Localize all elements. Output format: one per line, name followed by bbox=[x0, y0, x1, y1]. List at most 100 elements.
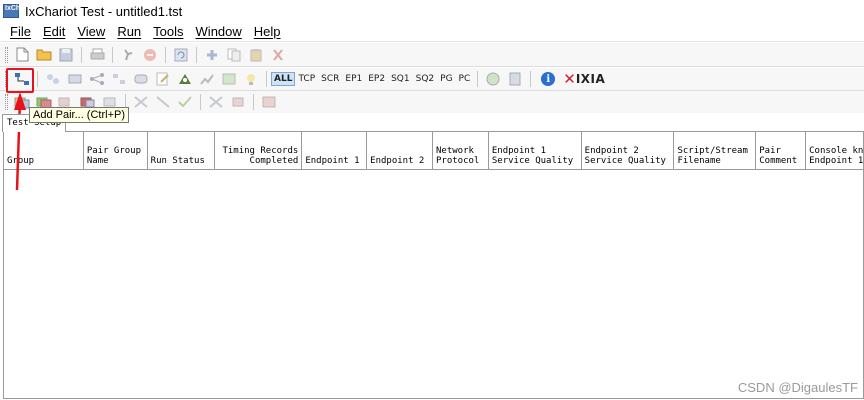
collapse-icon[interactable] bbox=[154, 94, 172, 110]
toolbar-separator bbox=[530, 71, 532, 87]
column-label: Filename bbox=[677, 156, 721, 166]
add-icon[interactable] bbox=[203, 47, 221, 63]
ixia-logo-mark: ✕ bbox=[563, 70, 576, 88]
filter-tcp-button[interactable]: TCP bbox=[295, 74, 318, 84]
properties-icon[interactable] bbox=[260, 94, 278, 110]
table-header: Group Pair Group Name Run Status Timing R… bbox=[4, 132, 863, 170]
column-label: Console kn bbox=[809, 146, 864, 156]
column-label: Run Status bbox=[150, 156, 205, 166]
column-label: Name bbox=[86, 156, 109, 166]
new-file-icon[interactable] bbox=[13, 47, 31, 63]
column-header-endpoint-1-service-quality[interactable]: Endpoint 1 Service Quality bbox=[489, 132, 582, 169]
menu-run[interactable]: Run bbox=[111, 24, 147, 39]
column-header-pair-group-name[interactable]: Pair Group Name bbox=[84, 132, 148, 169]
filter-pg-button[interactable]: PG bbox=[437, 74, 455, 84]
ixchariot-window: IxCh IxChariot Test - untitled1.tst File… bbox=[0, 0, 864, 400]
menu-help[interactable]: Help bbox=[248, 24, 287, 39]
filter-ep1-button[interactable]: EP1 bbox=[342, 74, 365, 84]
pairs-table: Group Pair Group Name Run Status Timing R… bbox=[3, 131, 864, 399]
check-icon[interactable] bbox=[176, 94, 194, 110]
toolbar-separator bbox=[81, 46, 82, 63]
toolbar-separator bbox=[112, 46, 113, 63]
column-header-script-filename[interactable]: Script/Stream Filename bbox=[674, 132, 757, 169]
column-header-endpoint-2-service-quality[interactable]: Endpoint 2 Service Quality bbox=[582, 132, 675, 169]
toolbar-separator bbox=[253, 94, 254, 110]
column-label: Protocol bbox=[436, 156, 480, 166]
group-toolbar bbox=[0, 91, 864, 113]
menu-file[interactable]: File bbox=[4, 24, 37, 39]
endpoint-icon[interactable] bbox=[176, 71, 194, 87]
script-icon[interactable] bbox=[132, 71, 150, 87]
menu-tools[interactable]: Tools bbox=[147, 24, 189, 39]
menu-window[interactable]: Window bbox=[190, 24, 248, 39]
refresh-icon[interactable] bbox=[172, 47, 190, 63]
toolbar-separator bbox=[165, 46, 166, 63]
column-label: Pair Group bbox=[86, 146, 141, 156]
filter-all-button[interactable]: ALL bbox=[271, 72, 296, 86]
run-icon[interactable] bbox=[119, 47, 137, 63]
network-icon[interactable] bbox=[88, 71, 106, 87]
server-icon[interactable] bbox=[506, 71, 524, 87]
column-label: Network bbox=[436, 146, 474, 156]
expand-icon[interactable] bbox=[132, 94, 150, 110]
menu-bar: File Edit View Run Tools Window Help bbox=[0, 22, 864, 42]
column-header-group[interactable]: Group bbox=[4, 132, 84, 169]
lightbulb-icon[interactable] bbox=[242, 71, 260, 87]
ixia-logo-text: IXIA bbox=[575, 72, 606, 86]
column-header-endpoint-1[interactable]: Endpoint 1 bbox=[302, 132, 368, 169]
filter-ep2-button[interactable]: EP2 bbox=[365, 74, 388, 84]
app-icon: IxCh bbox=[3, 4, 20, 18]
copy-icon[interactable] bbox=[225, 47, 243, 63]
link-icon[interactable] bbox=[207, 94, 225, 110]
toolbar-separator bbox=[37, 71, 38, 87]
open-folder-icon[interactable] bbox=[35, 47, 53, 63]
column-header-network-protocol[interactable]: Network Protocol bbox=[433, 132, 489, 169]
edit-pair-icon[interactable] bbox=[66, 71, 84, 87]
toolbar-separator bbox=[200, 94, 201, 110]
chart-icon[interactable] bbox=[198, 71, 216, 87]
column-header-pair-comment[interactable]: Pair Comment bbox=[756, 132, 807, 169]
window-title: IxChariot Test - untitled1.tst bbox=[25, 3, 183, 19]
add-pair-tooltip: Add Pair... (Ctrl+P) bbox=[29, 107, 130, 123]
column-header-console-endpoint[interactable]: Console kn Endpoint 1 bbox=[806, 132, 863, 169]
column-label: Timing Records bbox=[222, 146, 299, 156]
filter-scr-button[interactable]: SCR bbox=[318, 74, 342, 84]
stop-icon[interactable] bbox=[141, 47, 159, 63]
column-label: Service Quality bbox=[584, 156, 666, 166]
toolbar-separator bbox=[477, 71, 479, 87]
main-toolbar bbox=[0, 43, 864, 67]
pair-group-icon[interactable] bbox=[110, 71, 128, 87]
image-icon[interactable] bbox=[220, 71, 238, 87]
column-header-timing-records[interactable]: Timing Records Completed bbox=[215, 132, 303, 169]
filter-pc-button[interactable]: PC bbox=[456, 74, 474, 84]
column-label: Completed bbox=[249, 156, 299, 166]
toolbar-separator bbox=[196, 46, 197, 63]
column-header-endpoint-2[interactable]: Endpoint 2 bbox=[367, 132, 433, 169]
column-label: Comment bbox=[759, 156, 798, 166]
globe-icon[interactable] bbox=[484, 71, 502, 87]
unlink-icon[interactable] bbox=[229, 94, 247, 110]
column-label: Endpoint 1 bbox=[305, 156, 360, 166]
column-label: Endpoint 2 bbox=[584, 146, 639, 156]
column-label: Endpoint 1 bbox=[491, 146, 547, 156]
info-icon[interactable]: i bbox=[541, 72, 556, 86]
print-icon[interactable] bbox=[88, 47, 106, 63]
save-icon[interactable] bbox=[57, 47, 75, 63]
toolbar-grip[interactable] bbox=[5, 94, 8, 110]
add-multicast-icon[interactable] bbox=[44, 71, 62, 87]
cut-icon[interactable] bbox=[269, 47, 287, 63]
edit-script-icon[interactable] bbox=[154, 71, 172, 87]
toolbar-separator bbox=[266, 71, 267, 87]
pair-toolbar: ALL TCP SCR EP1 EP2 SQ1 SQ2 PG PC i ✕ IX… bbox=[0, 68, 864, 91]
column-label: Endpoint 2 bbox=[370, 156, 425, 166]
watermark: CSDN @DigaulesTF bbox=[737, 380, 858, 395]
menu-view[interactable]: View bbox=[71, 24, 111, 39]
paste-icon[interactable] bbox=[247, 47, 265, 63]
column-label: Group bbox=[7, 156, 35, 166]
toolbar-grip[interactable] bbox=[5, 46, 8, 63]
filter-sq1-button[interactable]: SQ1 bbox=[388, 74, 413, 84]
column-header-run-status[interactable]: Run Status bbox=[148, 132, 215, 169]
menu-edit[interactable]: Edit bbox=[37, 24, 71, 39]
column-label: Endpoint 1 bbox=[809, 156, 864, 166]
filter-sq2-button[interactable]: SQ2 bbox=[413, 74, 438, 84]
